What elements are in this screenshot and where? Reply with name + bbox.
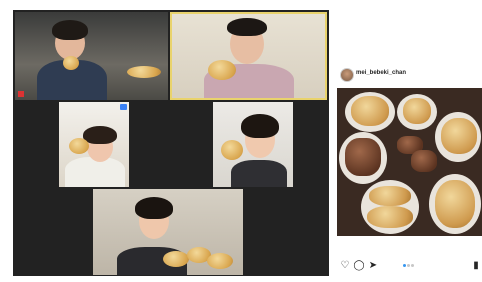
mic-muted-icon [18,91,24,97]
bookmark-icon[interactable]: ▮ [470,260,482,272]
participant-tile-2[interactable] [170,12,327,100]
post-header: mei_bebeki_chan [337,68,482,82]
participant-tile-3[interactable] [59,102,129,187]
video-call-grid [13,10,329,276]
pastry-item [369,186,411,206]
comment-icon[interactable]: ◯ [353,260,365,272]
send-icon[interactable]: ➤ [367,260,379,272]
pastry-item [345,138,381,176]
participant-body [231,160,287,187]
participant-tile-4[interactable] [213,102,293,187]
pastry-item [411,150,437,172]
participant-hair [241,114,279,138]
participant-body [65,157,125,187]
username[interactable]: mei_bebeki_chan [356,70,406,76]
bread-item [69,138,89,154]
carousel-dot [411,264,414,267]
pin-icon[interactable] [120,104,127,110]
active-speaker-border [170,12,327,100]
bread-plate [127,66,161,78]
bread-item [207,253,233,269]
participant-hair [135,197,173,219]
carousel-dot-active [403,264,406,267]
pastry-item [403,98,431,124]
instagram-post: mei_bebeki_chan ♡ ◯ ➤ ▮ [337,62,482,277]
carousel-dot [407,264,410,267]
pastry-item [435,180,475,228]
pastry-item [367,206,413,228]
participant-tile-1[interactable] [15,12,168,100]
participant-tile-5[interactable] [93,189,243,275]
participant-hair [83,126,117,144]
pastry-item [441,118,477,154]
bread-item [163,251,189,267]
heart-icon[interactable]: ♡ [339,260,351,272]
carousel-dots [403,264,417,268]
post-actions: ♡ ◯ ➤ ▮ [337,260,482,274]
pastry-item [351,96,389,126]
avatar[interactable] [340,68,354,82]
participant-hair [52,20,88,40]
bread-item [63,56,79,70]
post-photo[interactable] [337,88,482,236]
bread-item [221,140,243,160]
